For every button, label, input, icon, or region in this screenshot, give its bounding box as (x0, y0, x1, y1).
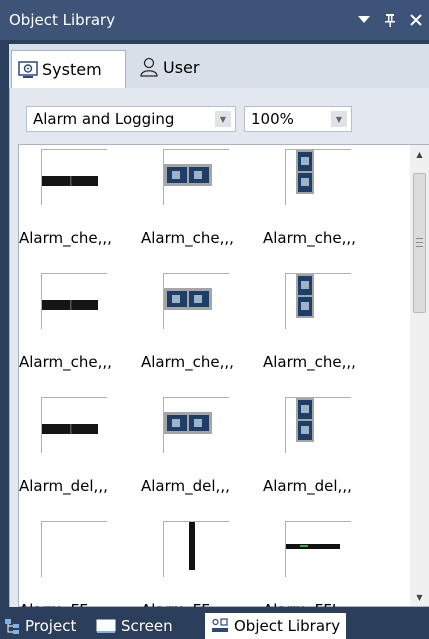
item-label: Alarm_che,,, (263, 353, 356, 371)
item-thumbnail-icon (41, 521, 107, 577)
tab-system-label: System (42, 60, 102, 79)
library-item[interactable]: Alarm_del,,, (141, 393, 263, 517)
item-label: Alarm_che,,, (19, 353, 112, 371)
item-thumbnail-icon (41, 273, 107, 329)
window-menu-dropdown-icon[interactable] (351, 7, 377, 33)
item-label: Alarm_che,,, (141, 229, 234, 247)
item-thumbnail-icon (163, 149, 229, 205)
library-item[interactable]: Alarm_del,,, (19, 393, 141, 517)
item-thumbnail-icon (285, 149, 351, 205)
chevron-down-icon[interactable]: ▼ (331, 111, 347, 127)
object-library-icon (211, 618, 229, 634)
library-item[interactable]: Alarm_che,,, (263, 269, 385, 393)
item-thumbnail-icon (285, 521, 351, 577)
library-item[interactable]: Alarm_che,,, (19, 269, 141, 393)
scroll-down-arrow-icon[interactable]: ▼ (410, 588, 429, 606)
zoom-select[interactable]: 100% ▼ (244, 106, 352, 132)
item-thumbnail-icon (285, 273, 351, 329)
library-item[interactable]: Alarm_che,,, (263, 145, 385, 269)
library-item[interactable]: Alarm_che,,, (141, 145, 263, 269)
scroll-grip-icon (416, 238, 423, 247)
tab-project-label: Project (25, 617, 77, 635)
tab-screen[interactable]: Screen (96, 613, 173, 639)
item-thumbnail-icon (163, 273, 229, 329)
library-tabstrip: System User (9, 44, 429, 88)
tab-object-library-label: Object Library (234, 617, 341, 635)
project-tree-icon (4, 618, 20, 634)
item-label: Alarm_del,,, (263, 477, 352, 495)
pin-icon[interactable] (377, 7, 403, 33)
object-grid: Alarm_che,,, Alarm_che,,, Alarm_che,,, Alar… (18, 144, 429, 619)
category-select-value: Alarm and Logging (33, 110, 175, 128)
close-icon[interactable] (403, 7, 429, 33)
tab-screen-label: Screen (121, 617, 173, 635)
library-toolbar: Alarm and Logging ▼ 100% ▼ (10, 88, 429, 144)
zoom-select-value: 100% (251, 110, 294, 128)
scrollbar-thumb[interactable] (413, 173, 426, 313)
tab-object-library[interactable]: Object Library (205, 613, 347, 639)
vertical-scrollbar[interactable]: ▲ ▼ (410, 145, 429, 606)
title-bar: Object Library (0, 0, 429, 40)
item-label: Alarm_che,,, (19, 229, 112, 247)
bottom-tabbar: Project Screen Object Library (0, 607, 429, 639)
category-select[interactable]: Alarm and Logging ▼ (26, 106, 236, 132)
system-icon (18, 60, 38, 79)
screen-icon (96, 619, 116, 634)
library-item[interactable]: Alarm_che,,, (141, 269, 263, 393)
library-item[interactable]: Alarm_che,,, (19, 145, 141, 269)
scroll-up-arrow-icon[interactable]: ▲ (410, 145, 429, 163)
tab-system[interactable]: System (11, 50, 126, 88)
item-label: Alarm_del,,, (19, 477, 108, 495)
window-title: Object Library (9, 11, 116, 29)
item-thumbnail-icon (163, 521, 229, 577)
tab-user[interactable]: User (133, 50, 199, 84)
item-thumbnail-icon (41, 397, 107, 453)
library-item[interactable]: Alarm_del,,, (263, 393, 385, 517)
item-thumbnail-icon (285, 397, 351, 453)
chevron-down-icon[interactable]: ▼ (215, 111, 231, 127)
tab-user-label: User (163, 57, 200, 77)
item-thumbnail-icon (41, 149, 107, 205)
library-panel: Alarm and Logging ▼ 100% ▼ Alarm_che,,, A… (9, 88, 429, 619)
item-thumbnail-icon (163, 397, 229, 453)
item-label: Alarm_del,,, (141, 477, 230, 495)
tab-project[interactable]: Project (4, 613, 76, 639)
item-label: Alarm_che,,, (141, 353, 234, 371)
user-icon (139, 57, 159, 77)
item-label: Alarm_che,,, (263, 229, 356, 247)
